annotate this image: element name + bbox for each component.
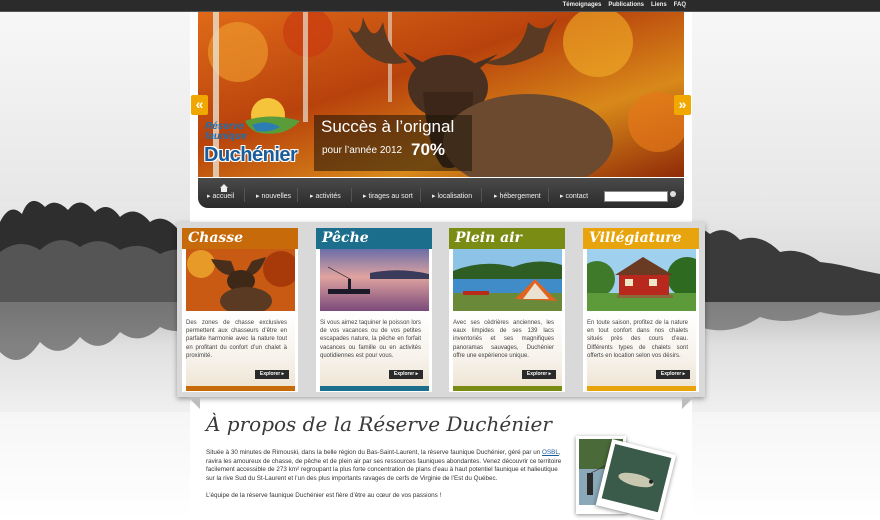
about-title: À propos de la Réserve Duchénier [206, 412, 552, 436]
slideshow-next-button[interactable]: » [674, 95, 691, 115]
nav-separator [420, 188, 421, 202]
card-plein-air: Plein air Avec ses cèdrières anciennes, … [449, 228, 565, 392]
explore-plein-air-button[interactable]: Explorer ▸ [522, 370, 556, 379]
slide-caption-title: Succès à l’orignal [321, 117, 455, 136]
card-villegiature: Villégiature En toute saison, profitez d… [583, 228, 699, 392]
nav-separator [297, 188, 298, 202]
logo-text-duchenier: Duchénier [204, 144, 298, 166]
top-link-liens[interactable]: Liens [651, 1, 667, 10]
card-description: En toute saison, profitez de la nature e… [587, 320, 688, 359]
card-title[interactable]: Villégiature [589, 230, 682, 246]
card-description: Avec ses cèdrières anciennes, les eaux l… [453, 320, 554, 359]
card-description: Si vous aimez taquiner le poisson lors d… [320, 320, 421, 359]
nav-separator [548, 188, 549, 202]
explore-chasse-button[interactable]: Explorer ▸ [255, 370, 289, 379]
top-links: Témoignages Publications Liens FAQ [563, 1, 686, 10]
chalet-photo[interactable] [587, 249, 696, 311]
nav-item-accueil[interactable]: ▸ accueil [207, 192, 234, 200]
search-button[interactable] [670, 191, 676, 197]
about-paragraph: Située à 30 minutes de Rimouski, dans la… [206, 449, 562, 482]
background-landscape-left [0, 12, 200, 520]
top-link-temoignages[interactable]: Témoignages [563, 1, 602, 10]
search-input[interactable] [604, 191, 668, 202]
card-chasse: Chasse Des zones de chasse exclusives pe… [182, 228, 298, 392]
nav-item-contact[interactable]: ▸ contact [560, 192, 588, 200]
nav-item-activites[interactable]: ▸ activités [310, 192, 341, 200]
slide-caption-subtitle: pour l’année 2012 [322, 145, 403, 156]
about-closing-text: L’équipe de la réserve faunique Duchénie… [206, 492, 442, 499]
nav-separator [481, 188, 482, 202]
top-link-faq[interactable]: FAQ [674, 1, 686, 10]
nav-item-localisation[interactable]: ▸ localisation [432, 192, 472, 200]
osbl-link[interactable]: OSBL [542, 449, 559, 456]
forest-silhouette [0, 200, 200, 307]
nav-item-hebergement[interactable]: ▸ hébergement [494, 192, 541, 200]
nav-item-nouvelles[interactable]: ▸ nouvelles [256, 192, 291, 200]
logo-text-faunique: faunique [205, 131, 247, 142]
explore-villegiature-button[interactable]: Explorer ▸ [656, 370, 690, 379]
card-peche: Pêche Si vous aimez taquiner le poisson … [316, 228, 432, 392]
nav-item-tirages[interactable]: ▸ tirages au sort [363, 192, 413, 200]
card-description: Des zones de chasse exclusives permetten… [186, 320, 287, 359]
card-title[interactable]: Plein air [455, 230, 522, 246]
nav-separator [244, 188, 245, 202]
background-landscape-right [680, 12, 880, 520]
forest-silhouette [680, 228, 880, 307]
top-link-publications[interactable]: Publications [608, 1, 644, 10]
fishing-photo[interactable] [320, 249, 429, 311]
hunting-photo[interactable] [186, 249, 295, 311]
card-title[interactable]: Chasse [188, 230, 243, 246]
nav-separator [351, 188, 352, 202]
explore-peche-button[interactable]: Explorer ▸ [389, 370, 423, 379]
slide-caption-percent: 70% [411, 140, 446, 159]
home-icon[interactable] [220, 184, 228, 192]
camping-photo[interactable] [453, 249, 562, 311]
card-title[interactable]: Pêche [322, 230, 369, 246]
top-bar: Témoignages Publications Liens FAQ [0, 0, 880, 12]
